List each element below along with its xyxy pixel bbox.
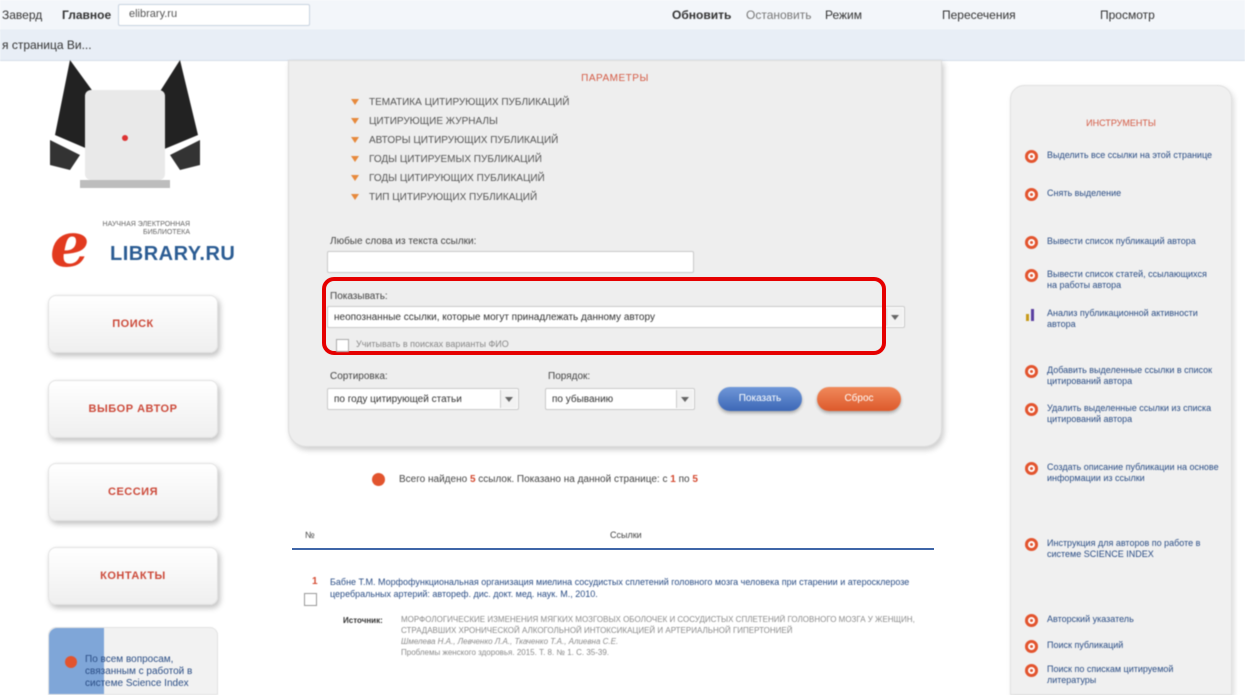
circle-arrow-icon xyxy=(1025,538,1038,551)
circle-arrow-icon xyxy=(1025,640,1038,653)
tools-menu[interactable]: Режим xyxy=(825,8,862,22)
expand-arrow-icon xyxy=(351,156,359,163)
reset-button[interactable]: Сброс xyxy=(817,387,901,411)
circle-arrow-icon xyxy=(1025,150,1038,163)
circle-arrow-icon xyxy=(1025,614,1038,627)
chevron-down-icon[interactable] xyxy=(676,390,693,408)
bookmarks-bar: я страница Ви... xyxy=(0,30,1245,61)
address-bar[interactable]: elibrary.ru xyxy=(118,4,310,26)
filter-item[interactable]: ТИП ЦИТИРУЮЩИХ ПУБЛИКАЦИЙ xyxy=(351,192,569,211)
circle-arrow-icon xyxy=(1025,462,1038,475)
chevron-down-icon[interactable] xyxy=(500,390,517,408)
bookmark-item[interactable]: я страница Ви... xyxy=(2,38,92,52)
elibrary-logo[interactable]: НАУЧНАЯ ЭЛЕКТРОННАЯ БИБЛИОТЕКА e LIBRARY… xyxy=(50,208,235,281)
logo-name: LIBRARY.RU xyxy=(110,243,236,265)
text-search-input[interactable] xyxy=(327,251,694,273)
text-search-label: Любые слова из текста ссылки: xyxy=(330,236,477,247)
parameters-title: ПАРАМЕТРЫ xyxy=(581,73,649,84)
circle-arrow-icon xyxy=(1025,664,1038,677)
table-divider xyxy=(292,548,934,550)
nav-session-button[interactable]: СЕССИЯ xyxy=(48,463,218,521)
info-icon xyxy=(65,656,77,668)
tools-panel: ИНСТРУМЕНТЫ xyxy=(1010,85,1232,695)
column-refs-header: Ссылки xyxy=(610,530,642,540)
column-number-header: № xyxy=(305,530,315,540)
circle-arrow-icon xyxy=(1025,269,1038,282)
bar-chart-icon xyxy=(1025,308,1038,321)
browser-home-item[interactable]: Главное xyxy=(62,8,111,22)
chevron-down-icon[interactable] xyxy=(886,308,903,326)
circle-arrow-icon xyxy=(1025,188,1038,201)
result-checkbox[interactable] xyxy=(304,593,317,606)
source-label: Источник: xyxy=(343,616,383,625)
expand-arrow-icon xyxy=(351,99,359,106)
person-laptop-image xyxy=(50,60,200,188)
circle-arrow-icon xyxy=(1025,403,1038,416)
browser-menu-item[interactable]: Заверд xyxy=(2,8,42,22)
filter-list: ТЕМАТИКА ЦИТИРУЮЩИХ ПУБЛИКАЦИЙ ЦИТИРУЮЩИ… xyxy=(351,97,569,211)
expand-arrow-icon xyxy=(351,194,359,201)
view-menu[interactable]: Просмотр xyxy=(1100,8,1155,22)
logo-letter: e xyxy=(50,208,90,281)
filter-item[interactable]: ГОДЫ ЦИТИРУЮЩИХ ПУБЛИКАЦИЙ xyxy=(351,173,569,192)
nav-contacts-button[interactable]: КОНТАКТЫ xyxy=(48,547,218,605)
nav-author-button[interactable]: ВЫБОР АВТОР xyxy=(48,380,218,438)
sort-label: Сортировка: xyxy=(330,371,388,382)
result-number: 1 xyxy=(312,576,318,587)
expand-arrow-icon xyxy=(351,137,359,144)
order-select[interactable]: по убыванию xyxy=(545,388,695,410)
info-icon xyxy=(372,473,385,486)
tools-title: ИНСТРУМЕНТЫ xyxy=(1086,118,1156,128)
filter-item[interactable]: ТЕМАТИКА ЦИТИРУЮЩИХ ПУБЛИКАЦИЙ xyxy=(351,97,569,116)
show-button[interactable]: Показать xyxy=(718,387,802,411)
stop-button[interactable]: Остановить xyxy=(746,8,812,22)
filter-item[interactable]: ЦИТИРУЮЩИЕ ЖУРНАЛЫ xyxy=(351,116,569,135)
nav-search-button[interactable]: ПОИСК xyxy=(48,295,218,353)
support-info-box: По всем вопросам, связанным с работой в … xyxy=(48,627,218,695)
support-text[interactable]: По всем вопросам, связанным с работой в … xyxy=(85,654,215,690)
filter-item[interactable]: АВТОРЫ ЦИТИРУЮЩИХ ПУБЛИКАЦИЙ xyxy=(351,135,569,154)
result-reference-text[interactable]: Бабне Т.М. Морфофункциональная организац… xyxy=(330,576,930,600)
refresh-button[interactable]: Обновить xyxy=(672,8,731,22)
order-label: Порядок: xyxy=(548,371,591,382)
source-details[interactable]: МОРФОЛОГИЧЕСКИЕ ИЗМЕНЕНИЯ МЯГКИХ МОЗГОВЫ… xyxy=(401,614,931,658)
circle-arrow-icon xyxy=(1025,236,1038,249)
results-summary: Всего найдено 5 ссылок. Показано на данн… xyxy=(372,473,698,486)
name-variants-checkbox[interactable] xyxy=(336,339,349,352)
page-menu[interactable]: Пересечения xyxy=(942,8,1016,22)
expand-arrow-icon xyxy=(351,118,359,125)
circle-arrow-icon xyxy=(1025,365,1038,378)
filter-item[interactable]: ГОДЫ ЦИТИРУЕМЫХ ПУБЛИКАЦИЙ xyxy=(351,154,569,173)
sort-select[interactable]: по году цитирующей статьи xyxy=(327,388,519,410)
browser-toolbar: Заверд Главное elibrary.ru Обновить Оста… xyxy=(0,0,1245,31)
expand-arrow-icon xyxy=(351,175,359,182)
name-variants-label: Учитывать в поисках варианты ФИО xyxy=(356,339,509,349)
